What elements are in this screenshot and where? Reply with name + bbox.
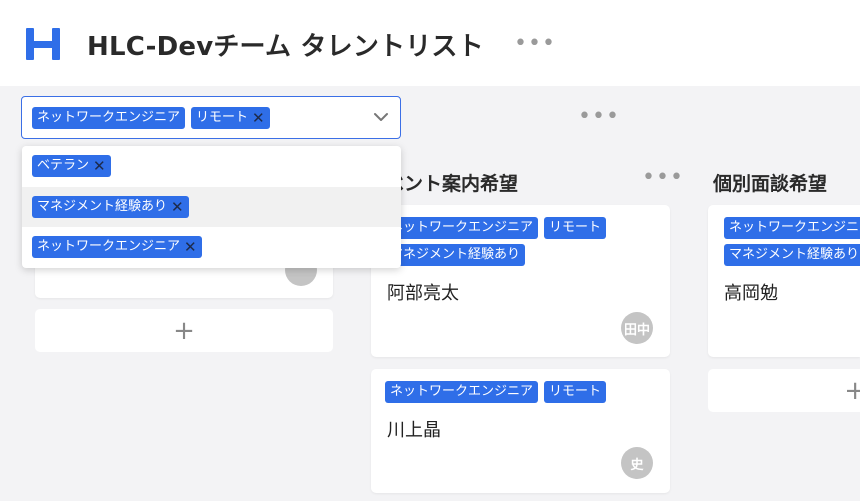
tag: リモート xyxy=(544,217,607,239)
talent-name: 川上晶 xyxy=(387,420,441,441)
tag: ネットワークエンジニア ✕ xyxy=(32,236,202,258)
app-header: HLC-Devチーム タレントリスト ••• xyxy=(0,0,860,86)
talent-name: 阿部亮太 xyxy=(387,283,459,304)
tag: ネットワークエンジニア xyxy=(724,217,860,239)
remove-tag-icon[interactable]: ✕ xyxy=(93,155,106,177)
app-logo-icon xyxy=(26,28,60,60)
card-tags: ネットワークエンジニア マネジメント経験あり xyxy=(724,217,860,266)
tag-label: ネットワークエンジニア xyxy=(37,110,181,125)
selected-tag: リモート ✕ xyxy=(191,107,270,129)
card-tags: ネットワークエンジニア リモート マネジメント経験あり xyxy=(385,217,665,266)
tag-label: ネットワークエンジニア xyxy=(37,239,181,254)
tag: リモート xyxy=(544,381,607,403)
tag: マネジメント経験あり xyxy=(385,244,526,266)
chevron-down-icon[interactable] xyxy=(372,108,390,126)
card-tags: ネットワークエンジニア リモート xyxy=(385,381,665,403)
tag-filter-select[interactable]: ネットワークエンジニア リモート ✕ xyxy=(21,96,401,139)
tag: マネジメント経験あり xyxy=(724,244,860,266)
remove-tag-icon[interactable]: ✕ xyxy=(171,196,184,218)
column-title: 個別面談希望 xyxy=(713,173,828,195)
tag: ネットワークエンジニア xyxy=(385,381,539,403)
tag-dropdown-menu: ベテラン ✕ マネジメント経験あり ✕ ネットワークエンジニア ✕ xyxy=(22,146,401,268)
column-more-icon[interactable]: ••• xyxy=(642,167,683,189)
dropdown-option[interactable]: ベテラン ✕ xyxy=(22,146,401,186)
column-title: ベント案内希望 xyxy=(385,173,519,195)
dropdown-option[interactable]: マネジメント経験あり ✕ xyxy=(22,187,401,227)
avatar: 史 xyxy=(621,447,653,479)
talent-card[interactable]: ネットワークエンジニア リモート マネジメント経験あり 阿部亮太 田中 xyxy=(371,205,670,357)
tag-label: マネジメント経験あり xyxy=(37,199,168,214)
avatar: 田中 xyxy=(621,312,653,344)
selected-tag: ネットワークエンジニア xyxy=(32,107,186,129)
tag: マネジメント経験あり ✕ xyxy=(32,196,189,218)
dropdown-option[interactable]: ネットワークエンジニア ✕ xyxy=(22,227,401,267)
more-options-icon[interactable]: ••• xyxy=(514,32,555,56)
talent-card[interactable]: ネットワークエンジニア マネジメント経験あり 高岡勉 xyxy=(708,205,860,357)
remove-tag-icon[interactable]: ✕ xyxy=(252,107,265,129)
talent-name: 高岡勉 xyxy=(724,283,778,304)
talent-card[interactable]: ネットワークエンジニア リモート 川上晶 史 xyxy=(371,369,670,493)
add-icon: + xyxy=(844,375,860,406)
selected-tags: ネットワークエンジニア リモート ✕ xyxy=(32,107,270,129)
tag: ベテラン ✕ xyxy=(32,155,111,177)
tag-label: ベテラン xyxy=(37,158,90,173)
page-title: HLC-Devチーム タレントリスト xyxy=(87,32,484,62)
tag: ネットワークエンジニア xyxy=(385,217,539,239)
toolbar-more-icon[interactable]: ••• xyxy=(578,106,619,128)
add-card-button[interactable]: + xyxy=(708,369,860,412)
add-card-button[interactable]: + xyxy=(35,309,333,352)
tag-label: リモート xyxy=(196,110,249,125)
remove-tag-icon[interactable]: ✕ xyxy=(184,236,197,258)
